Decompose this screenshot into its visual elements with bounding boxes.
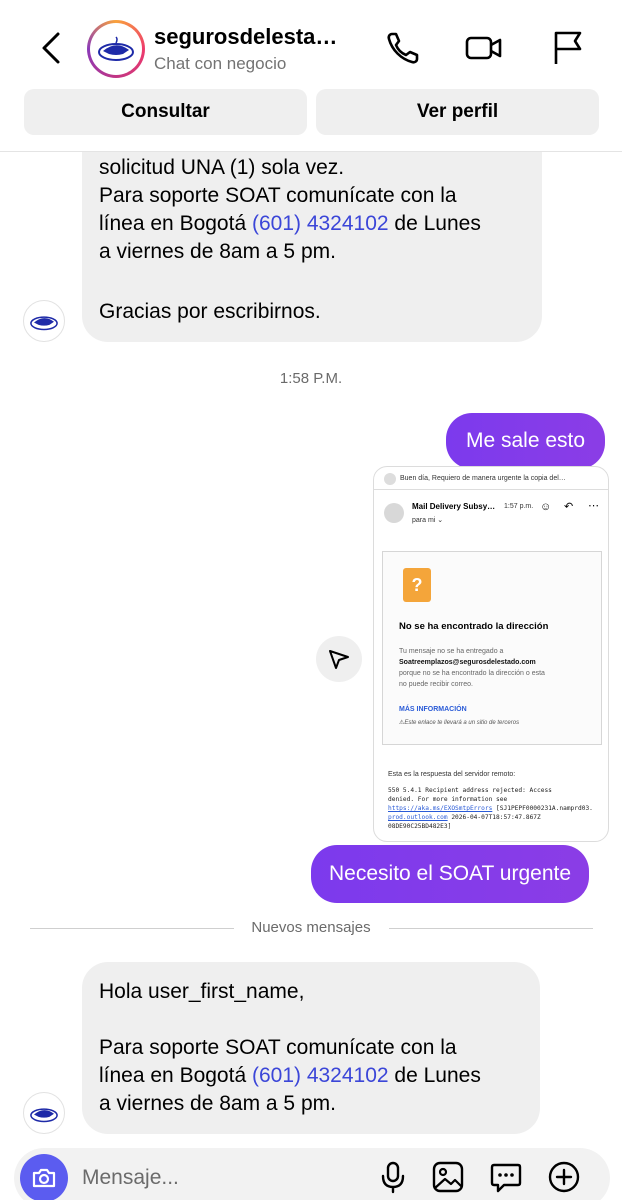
business-subtitle: Chat con negocio (154, 54, 287, 73)
gallery-icon[interactable] (431, 1160, 465, 1194)
video-call-icon[interactable] (464, 28, 504, 68)
incoming-message[interactable]: Hola user_first_name, Para soporte SOAT … (82, 962, 540, 1134)
send-icon (329, 650, 349, 669)
message-input[interactable]: Mensaje... (82, 1166, 179, 1190)
add-icon[interactable] (547, 1160, 581, 1194)
email-preview: Buen día, Requiero de manera urgente la … (400, 475, 566, 482)
microphone-icon[interactable] (376, 1160, 410, 1194)
sticker-chat-icon[interactable] (489, 1160, 523, 1194)
share-button[interactable] (316, 636, 362, 682)
ver-perfil-button[interactable]: Ver perfil (316, 89, 599, 135)
more-info-link: MÁS INFORMACIÓN (399, 706, 467, 713)
outgoing-message[interactable]: Necesito el SOAT urgente (311, 845, 590, 903)
message-line: línea en Bogotá (601) 4324102 de Lunes (99, 1064, 481, 1087)
camera-button[interactable] (20, 1154, 68, 1200)
email-address: Soatreemplazos@segurosdelestado.com (399, 659, 536, 666)
attached-screenshot[interactable]: Buen día, Requiero de manera urgente la … (373, 466, 609, 842)
message-line: Hola user_first_name, (99, 980, 305, 1003)
sender-name: Mail Delivery Subsy… (412, 502, 496, 511)
phone-link[interactable]: (601) 4324102 (252, 212, 389, 235)
back-arrow-icon[interactable] (34, 30, 70, 66)
lamp-logo-icon (30, 1108, 58, 1123)
reply-icon: ↶ (564, 501, 574, 513)
message-line: Para soporte SOAT comunícate con la (99, 1036, 457, 1059)
business-avatar[interactable] (87, 20, 145, 78)
delivery-error-box: ? No se ha encontrado la dirección Tu me… (382, 551, 602, 745)
outgoing-message[interactable]: Me sale esto (446, 413, 606, 469)
business-name[interactable]: segurosdelesta… (154, 24, 359, 50)
email-time: 1:57 p.m. (504, 503, 534, 510)
more-icon: ⋯ (588, 500, 599, 512)
emoji-icon: ☺ (540, 501, 552, 513)
phone-link[interactable]: (601) 4324102 (252, 1064, 389, 1087)
message-line: a viernes de 8am a 5 pm. (99, 240, 336, 263)
warning-document-icon: ? (403, 568, 431, 602)
consultar-button[interactable]: Consultar (24, 89, 307, 135)
message-line: a viernes de 8am a 5 pm. (99, 1092, 336, 1115)
business-avatar-small[interactable] (23, 300, 65, 342)
message-line: Para soporte SOAT comunícate con la (99, 184, 457, 207)
phone-icon[interactable] (383, 28, 423, 68)
server-response: 550 5.4.1 Recipient address rejected: Ac… (388, 787, 593, 830)
business-avatar-small[interactable] (23, 1092, 65, 1134)
chat-header: segurosdelesta… Chat con negocio Consult… (0, 0, 622, 152)
camera-icon (32, 1168, 56, 1188)
message-line: línea en Bogotá (601) 4324102 de Lunes (99, 212, 481, 235)
sender-avatar (384, 503, 404, 523)
flag-icon[interactable] (548, 28, 588, 68)
lamp-logo-icon (30, 316, 58, 331)
timestamp: 1:58 P.M. (279, 370, 343, 387)
email-recipient: para mi ⌄ (412, 517, 444, 524)
avatar (384, 473, 396, 485)
error-heading: No se ha encontrado la dirección (399, 621, 549, 632)
new-messages-divider: Nuevos mensajes (251, 919, 371, 936)
message-line: Gracias por escribirnos. (99, 300, 321, 323)
lamp-logo-icon (98, 36, 134, 61)
message-line: solicitud UNA (1) sola vez. (99, 156, 345, 179)
